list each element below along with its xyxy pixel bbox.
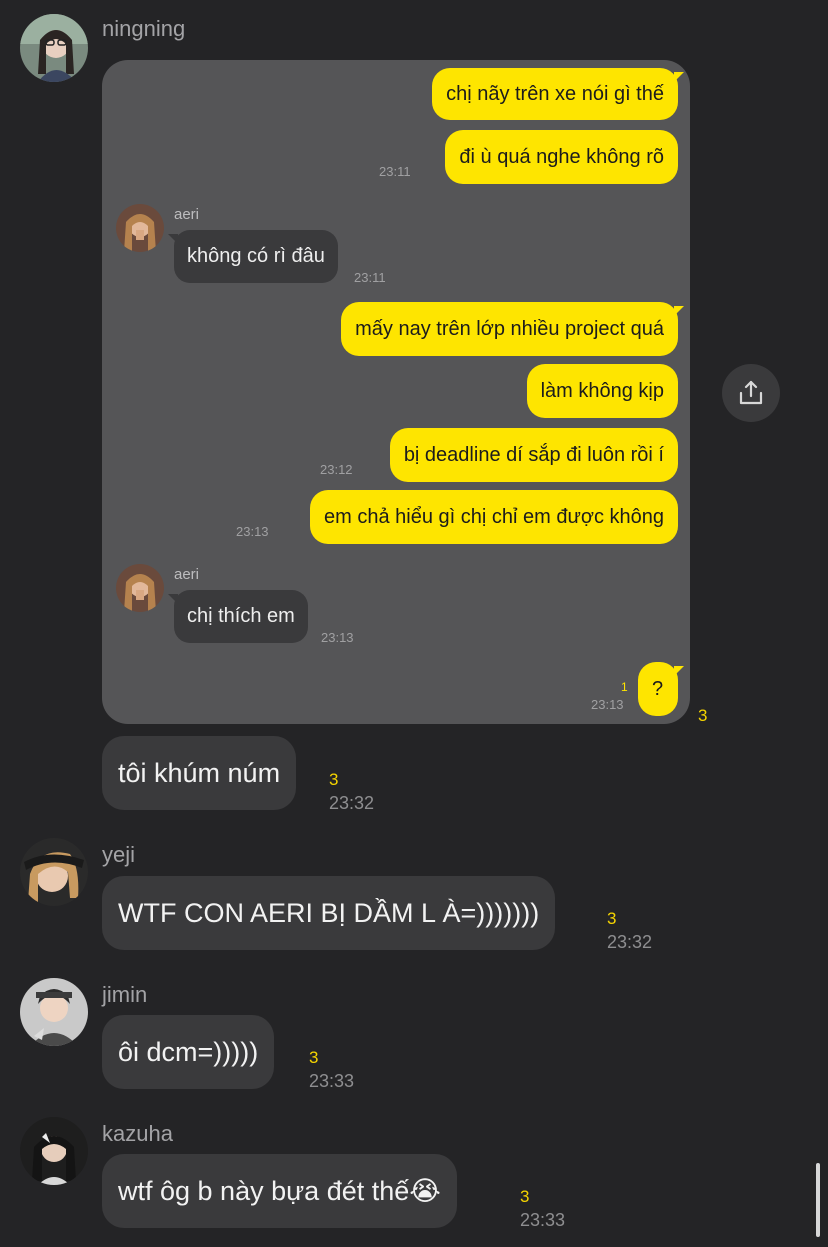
message-bubble[interactable]: wtf ôg b này bựa đét thế😭 bbox=[102, 1154, 457, 1228]
image-bubble-out: em chả hiểu gì chị chỉ em được không bbox=[309, 490, 678, 544]
image-bubble-out: ? bbox=[638, 662, 684, 716]
image-time: 23:11 bbox=[379, 164, 411, 179]
scrollbar[interactable] bbox=[816, 1163, 820, 1237]
share-icon bbox=[739, 380, 763, 405]
avatar-aeri bbox=[116, 564, 164, 612]
sender-name: ningning bbox=[102, 16, 186, 41]
image-time: 23:13 bbox=[321, 630, 354, 645]
sender-name: yeji bbox=[102, 842, 136, 867]
message-bubble[interactable]: WTF CON AERI BỊ DẦM L À=))))))) bbox=[102, 876, 556, 950]
sender-name: jimin bbox=[102, 982, 148, 1007]
image-bubble-in: không có rì đâu bbox=[168, 230, 338, 283]
image-bubble-out: mấy nay trên lớp nhiều project quá bbox=[341, 302, 684, 356]
avatar-ningning[interactable] bbox=[20, 14, 88, 82]
image-bubble-out: bị deadline dí sắp đi luôn rồi í bbox=[389, 428, 678, 482]
image-time: 23:11 bbox=[354, 270, 386, 285]
message-time: 23:32 bbox=[607, 932, 653, 952]
sender-name: kazuha bbox=[102, 1121, 173, 1146]
image-bubble-out: chị nãy trên xe nói gì thế bbox=[432, 68, 684, 120]
shared-chat-screenshot[interactable]: chị nãy trên xe nói gì thế 23:11 đi ù qu… bbox=[102, 60, 690, 724]
message-time: 23:32 bbox=[329, 793, 375, 813]
unread-count: 3 bbox=[329, 770, 339, 789]
avatar-yeji[interactable] bbox=[20, 838, 88, 906]
image-sender-name: aeri bbox=[174, 206, 200, 223]
unread-count: 3 bbox=[520, 1187, 530, 1206]
avatar-jimin[interactable] bbox=[20, 978, 88, 1046]
avatar-aeri bbox=[116, 204, 164, 252]
avatar-kazuha[interactable] bbox=[20, 1117, 88, 1185]
message-bubble[interactable]: ôi dcm=))))) bbox=[102, 1015, 275, 1089]
image-bubble-out: làm không kịp bbox=[526, 364, 678, 418]
image-bubble-out: đi ù quá nghe không rõ bbox=[445, 130, 678, 184]
message-time: 23:33 bbox=[309, 1071, 355, 1091]
image-sender-name: aeri bbox=[174, 566, 200, 583]
image-unread-count: 1 bbox=[621, 680, 628, 694]
share-button[interactable] bbox=[722, 364, 780, 422]
unread-count: 3 bbox=[698, 706, 708, 725]
image-bubble-in: chị thích em bbox=[168, 590, 308, 643]
unread-count: 3 bbox=[309, 1048, 319, 1067]
message-bubble[interactable]: tôi khúm núm bbox=[102, 736, 297, 810]
image-time: 23:12 bbox=[320, 462, 353, 477]
unread-count: 3 bbox=[607, 909, 617, 928]
image-time: 23:13 bbox=[236, 524, 269, 539]
message-time: 23:33 bbox=[520, 1210, 566, 1230]
image-time: 23:13 bbox=[591, 697, 624, 712]
